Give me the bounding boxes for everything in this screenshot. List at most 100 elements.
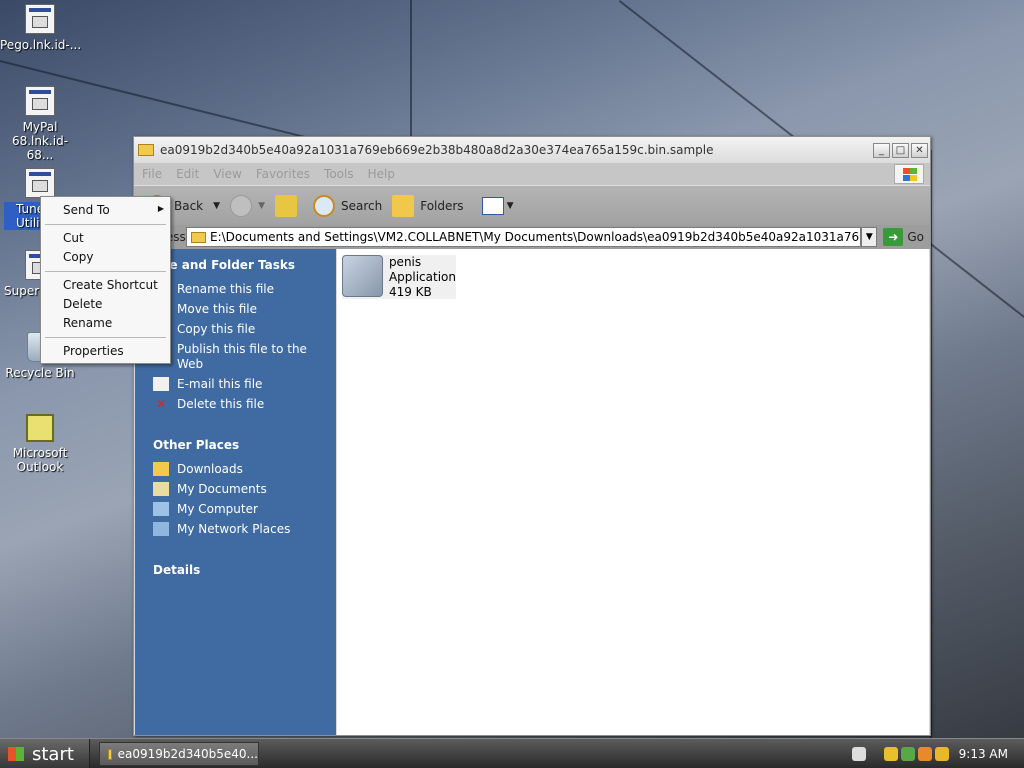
menu-tools[interactable]: Tools bbox=[324, 167, 354, 181]
outlook-icon bbox=[26, 414, 54, 442]
folder-icon bbox=[153, 462, 169, 476]
place-label: My Documents bbox=[177, 482, 267, 496]
menu-item-cut[interactable]: Cut bbox=[63, 229, 84, 247]
chevron-right-icon: ▶ bbox=[157, 204, 164, 213]
forward-button[interactable]: ▼ bbox=[230, 194, 265, 217]
desktop-icon-label: MyPal 68.lnk.id-68... bbox=[11, 120, 69, 162]
my-documents-icon bbox=[153, 482, 169, 496]
start-button[interactable]: start bbox=[0, 739, 90, 768]
place-my-documents[interactable]: My Documents bbox=[135, 482, 336, 497]
taskbar-window-button[interactable]: ea0919b2d340b5e40... bbox=[99, 742, 259, 766]
windows-logo-icon bbox=[894, 164, 924, 184]
menu-file[interactable]: File bbox=[142, 167, 162, 181]
network-icon bbox=[153, 522, 169, 536]
place-label: My Computer bbox=[177, 502, 258, 516]
computer-icon bbox=[153, 502, 169, 516]
menu-item-create-shortcut[interactable]: Create Shortcut bbox=[63, 276, 158, 294]
file-name: penis bbox=[388, 255, 422, 269]
task-label: E-mail this file bbox=[177, 377, 263, 391]
search-tray-icon[interactable] bbox=[917, 747, 932, 761]
file-size: 419 KB bbox=[388, 285, 432, 299]
desktop-icon-label: Microsoft Outlook bbox=[12, 446, 68, 474]
folder-icon bbox=[191, 231, 206, 243]
search-label: Search bbox=[340, 198, 383, 213]
menu-edit[interactable]: Edit bbox=[176, 167, 199, 181]
email-icon bbox=[153, 377, 169, 391]
place-network[interactable]: My Network Places bbox=[135, 522, 336, 537]
folders-label: Folders bbox=[420, 198, 464, 213]
shortcut-icon bbox=[25, 168, 55, 198]
chevron-down-icon[interactable]: ▼ bbox=[213, 201, 220, 211]
desktop-icon-mypal[interactable]: MyPal 68.lnk.id-68... bbox=[0, 86, 80, 162]
menu-item-delete[interactable]: Delete bbox=[63, 295, 102, 313]
folder-icon bbox=[138, 144, 154, 156]
start-label: start bbox=[32, 743, 74, 765]
context-menu: Send To ▶ Cut Copy Create Shortcut Delet… bbox=[40, 196, 171, 364]
keyboard-icon[interactable] bbox=[851, 747, 866, 761]
folders-icon bbox=[392, 194, 415, 217]
go-arrow-icon: ➜ bbox=[883, 228, 904, 246]
desktop-icon-outlook[interactable]: Microsoft Outlook bbox=[0, 414, 80, 474]
wallpaper-line bbox=[410, 0, 412, 140]
menu-item-copy[interactable]: Copy bbox=[63, 248, 93, 266]
file-type: Application bbox=[388, 270, 456, 284]
go-label: Go bbox=[907, 230, 924, 244]
forward-arrow-icon bbox=[230, 194, 253, 217]
shortcut-icon bbox=[25, 86, 55, 116]
menu-item-send-to[interactable]: Send To bbox=[63, 201, 110, 219]
details-title[interactable]: Details bbox=[135, 563, 336, 577]
task-label: Rename this file bbox=[177, 282, 275, 296]
menu-favorites[interactable]: Favorites bbox=[256, 167, 310, 181]
desktop-icon-pego[interactable]: Pego.lnk.id-... bbox=[0, 4, 82, 52]
network-icon[interactable] bbox=[900, 747, 915, 761]
views-button[interactable]: ▼ bbox=[481, 196, 513, 215]
search-button[interactable]: Search bbox=[312, 194, 383, 217]
up-folder-button[interactable] bbox=[274, 194, 303, 217]
folders-button[interactable]: Folders bbox=[392, 194, 464, 217]
menu-help[interactable]: Help bbox=[368, 167, 395, 181]
address-dropdown[interactable]: ▼ bbox=[861, 227, 878, 247]
go-button[interactable]: ➜ Go bbox=[883, 228, 924, 246]
place-downloads[interactable]: Downloads bbox=[135, 462, 336, 477]
windows-flag-icon bbox=[8, 747, 24, 761]
taskbar: start ea0919b2d340b5e40... 9:13 AM bbox=[0, 738, 1024, 768]
close-button[interactable]: ✕ bbox=[911, 142, 928, 158]
file-item[interactable]: penis Application 419 KB bbox=[342, 255, 456, 299]
user-tray-icon[interactable] bbox=[934, 747, 949, 761]
address-bar: Address E:\Documents and Settings\VM2.CO… bbox=[134, 225, 930, 249]
menu-item-properties[interactable]: Properties bbox=[63, 342, 124, 360]
up-folder-icon bbox=[274, 194, 297, 217]
place-my-computer[interactable]: My Computer bbox=[135, 502, 336, 517]
task-label: Delete this file bbox=[177, 397, 265, 411]
explorer-window: ea0919b2d340b5e40a92a1031a769eb669e2b38b… bbox=[133, 136, 931, 736]
window-title: ea0919b2d340b5e40a92a1031a769eb669e2b38b… bbox=[160, 143, 714, 157]
search-icon bbox=[312, 194, 335, 217]
title-bar[interactable]: ea0919b2d340b5e40a92a1031a769eb669e2b38b… bbox=[134, 137, 930, 163]
other-places-title[interactable]: Other Places bbox=[135, 438, 336, 452]
task-delete[interactable]: ✕ Delete this file bbox=[135, 397, 336, 412]
security-shield-icon[interactable] bbox=[883, 747, 898, 761]
place-label: My Network Places bbox=[177, 522, 291, 536]
menu-view[interactable]: View bbox=[213, 167, 241, 181]
menu-item-rename[interactable]: Rename bbox=[63, 314, 112, 332]
delete-x-icon: ✕ bbox=[155, 397, 167, 411]
shortcut-icon bbox=[25, 4, 55, 34]
menu-separator bbox=[45, 224, 166, 225]
desktop-icon-label: Pego.lnk.id-... bbox=[0, 38, 82, 52]
task-label: Copy this file bbox=[177, 322, 256, 336]
file-list: penis Application 419 KB bbox=[337, 249, 929, 735]
address-value: E:\Documents and Settings\VM2.COLLABNET\… bbox=[210, 230, 860, 244]
chevron-down-icon[interactable]: ▼ bbox=[258, 201, 265, 211]
task-email[interactable]: E-mail this file bbox=[135, 377, 336, 392]
menu-separator bbox=[45, 271, 166, 272]
folder-icon bbox=[108, 748, 112, 760]
menu-bar: File Edit View Favorites Tools Help bbox=[134, 163, 930, 185]
taskbar-window-label: ea0919b2d340b5e40... bbox=[117, 747, 258, 761]
toolbar: Back ▼ ▼ Search Folders ▼ bbox=[134, 185, 930, 225]
menu-separator bbox=[45, 337, 166, 338]
task-label: Publish this file to the Web bbox=[177, 342, 307, 371]
clock: 9:13 AM bbox=[958, 747, 1008, 761]
maximize-button[interactable]: □ bbox=[892, 142, 909, 158]
address-input[interactable]: E:\Documents and Settings\VM2.COLLABNET\… bbox=[186, 227, 862, 247]
minimize-button[interactable]: _ bbox=[873, 142, 890, 158]
